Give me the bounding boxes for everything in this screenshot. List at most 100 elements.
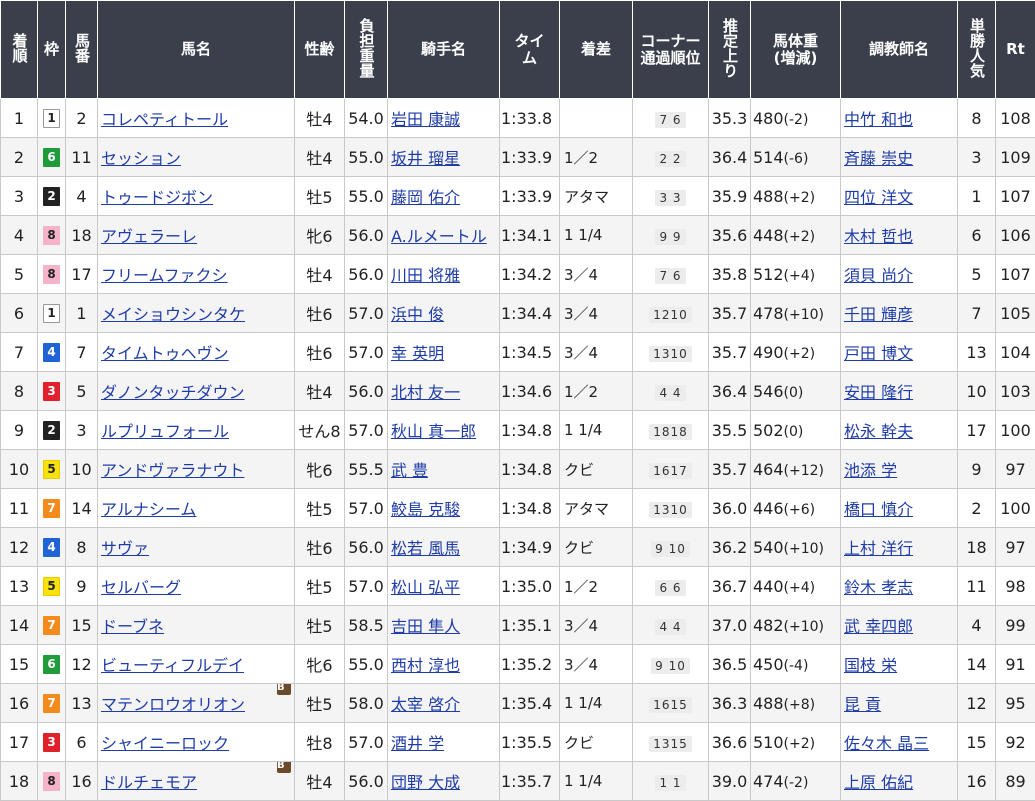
jockey-link[interactable]: 吉田 隼人 (391, 617, 460, 636)
jockey-link[interactable]: 酒井 学 (391, 734, 444, 753)
trainer-link[interactable]: 戸田 博文 (844, 344, 913, 363)
umaban-cell: 11 (66, 138, 98, 177)
horse-link[interactable]: フリームファクシ (101, 266, 228, 285)
trainer-link[interactable]: 安田 隆行 (844, 383, 913, 402)
corner-cell: 7 6 (633, 255, 709, 294)
trainer-link[interactable]: 松永 幹夫 (844, 422, 913, 441)
horse-cell: アヴェラーレ (98, 216, 295, 255)
jockey-link[interactable]: 坂井 瑠星 (391, 149, 460, 168)
load-cell: 55.0 (345, 138, 388, 177)
waku-cell: 7 (38, 684, 66, 723)
umaban-cell: 8 (66, 528, 98, 567)
popularity-cell: 17 (958, 411, 996, 450)
corner-cell: 1615 (633, 684, 709, 723)
margin-cell: 3／4 (560, 294, 633, 333)
jockey-link[interactable]: 岩田 康誠 (391, 110, 460, 129)
weight-diff: (-4) (784, 658, 809, 674)
load-cell: 57.0 (345, 294, 388, 333)
jockey-link[interactable]: 団野 大成 (391, 773, 460, 792)
trainer-link[interactable]: 池添 学 (844, 461, 897, 480)
load-cell: 55.0 (345, 645, 388, 684)
horse-link[interactable]: ビューティフルデイ (101, 656, 244, 675)
horse-link[interactable]: シャイニーロック (101, 734, 229, 753)
trainer-link[interactable]: 昆 貢 (844, 695, 881, 714)
corner-cell: 9 10 (633, 645, 709, 684)
table-row: 835ダノンタッチダウン牡456.0北村 友一1:34.61／24 436.45… (1, 372, 1035, 411)
sexage-cell: 牡5 (295, 489, 345, 528)
waku-cell: 7 (38, 489, 66, 528)
horse-link[interactable]: ドーブネ (101, 617, 164, 636)
weight-cell: 440(+4) (751, 567, 841, 606)
horse-link[interactable]: セッション (101, 149, 181, 168)
trainer-link[interactable]: 武 幸四郎 (844, 617, 913, 636)
time-cell: 1:33.9 (500, 138, 560, 177)
jockey-link[interactable]: 太宰 啓介 (391, 695, 460, 714)
horse-link[interactable]: マテンロウオリオン (101, 695, 245, 714)
horse-link[interactable]: ルプリュフォール (101, 422, 229, 441)
trainer-link[interactable]: 須貝 尚介 (844, 266, 913, 285)
rating-cell: 100 (996, 489, 1035, 528)
horse-link[interactable]: コレペティトール (101, 110, 228, 129)
horse-link[interactable]: アンドヴァラナウト (101, 461, 244, 480)
waku-badge: 6 (43, 655, 60, 674)
jockey-link[interactable]: 武 豊 (391, 461, 428, 480)
horse-link[interactable]: メイショウシンタケ (101, 305, 245, 324)
table-row: 112コレペティトール牡454.0岩田 康誠1:33.87 635.3480(-… (1, 99, 1035, 138)
body-weight: 450 (753, 655, 784, 674)
waku-badge: 2 (43, 187, 60, 206)
horse-link[interactable]: トゥードジボン (101, 188, 213, 207)
time-cell: 1:33.9 (500, 177, 560, 216)
trainer-link[interactable]: 中竹 和也 (844, 110, 913, 129)
umaban-cell: 16 (66, 762, 98, 801)
jockey-link[interactable]: 秋山 真一郎 (391, 422, 476, 441)
trainer-link[interactable]: 上村 洋行 (844, 539, 913, 558)
horse-link[interactable]: アヴェラーレ (101, 227, 197, 246)
weight-cell: 446(+6) (751, 489, 841, 528)
corner-pass-badge: 4 4 (655, 385, 685, 401)
corner-cell: 7 6 (633, 99, 709, 138)
trainer-link[interactable]: 鈴木 孝志 (844, 578, 913, 597)
jockey-link[interactable]: 幸 英明 (391, 344, 444, 363)
horse-link[interactable]: サヴァ (101, 539, 149, 558)
horse-cell: シャイニーロック (98, 723, 295, 762)
jockey-cell: 松山 弘平 (388, 567, 500, 606)
jockey-link[interactable]: 西村 淳也 (391, 656, 460, 675)
table-row: 18816ドルチェモアB牡456.0団野 大成1:35.71 1/41 139.… (1, 762, 1035, 801)
rating-cell: 107 (996, 177, 1035, 216)
horse-cell: ルプリュフォール (98, 411, 295, 450)
horse-link[interactable]: タイムトゥヘヴン (101, 344, 229, 363)
corner-pass-badge: 1315 (649, 736, 692, 752)
trainer-link[interactable]: 上原 佑紀 (844, 773, 913, 792)
last3f-cell: 36.2 (709, 528, 751, 567)
trainer-link[interactable]: 国枝 栄 (844, 656, 897, 675)
popularity-cell: 15 (958, 723, 996, 762)
jockey-link[interactable]: 川田 将雅 (391, 266, 460, 285)
jockey-link[interactable]: 浜中 俊 (391, 305, 444, 324)
trainer-link[interactable]: 橋口 慎介 (844, 500, 913, 519)
trainer-link[interactable]: 斉藤 崇史 (844, 149, 913, 168)
corner-pass-badge: 3 3 (655, 190, 685, 206)
horse-link[interactable]: アルナシーム (101, 500, 196, 519)
race-result-table: 着順 枠 馬番 馬名 性齢 負担重量 騎手名 タイム 着差 コーナー通過順位 推… (0, 0, 1035, 801)
trainer-link[interactable]: 佐々木 晶三 (844, 734, 929, 753)
jockey-link[interactable]: 松山 弘平 (391, 578, 460, 597)
waku-badge: 3 (43, 733, 60, 752)
rating-cell: 99 (996, 606, 1035, 645)
jockey-link[interactable]: A.ルメートル (391, 227, 487, 246)
sexage-cell: 牡4 (295, 99, 345, 138)
jockey-link[interactable]: 北村 友一 (391, 383, 460, 402)
rank-cell: 11 (1, 489, 38, 528)
trainer-link[interactable]: 千田 輝彦 (844, 305, 913, 324)
jockey-link[interactable]: 松若 風馬 (391, 539, 460, 558)
corner-cell: 2 2 (633, 138, 709, 177)
waku-badge: 4 (43, 343, 60, 362)
trainer-link[interactable]: 木村 哲也 (844, 227, 913, 246)
jockey-link[interactable]: 藤岡 佑介 (391, 188, 460, 207)
popularity-cell: 5 (958, 255, 996, 294)
jockey-cell: 団野 大成 (388, 762, 500, 801)
horse-link[interactable]: セルバーグ (101, 578, 181, 597)
horse-link[interactable]: ドルチェモア (101, 773, 197, 792)
horse-link[interactable]: ダノンタッチダウン (101, 383, 245, 402)
jockey-link[interactable]: 鮫島 克駿 (391, 500, 460, 519)
trainer-link[interactable]: 四位 洋文 (844, 188, 913, 207)
